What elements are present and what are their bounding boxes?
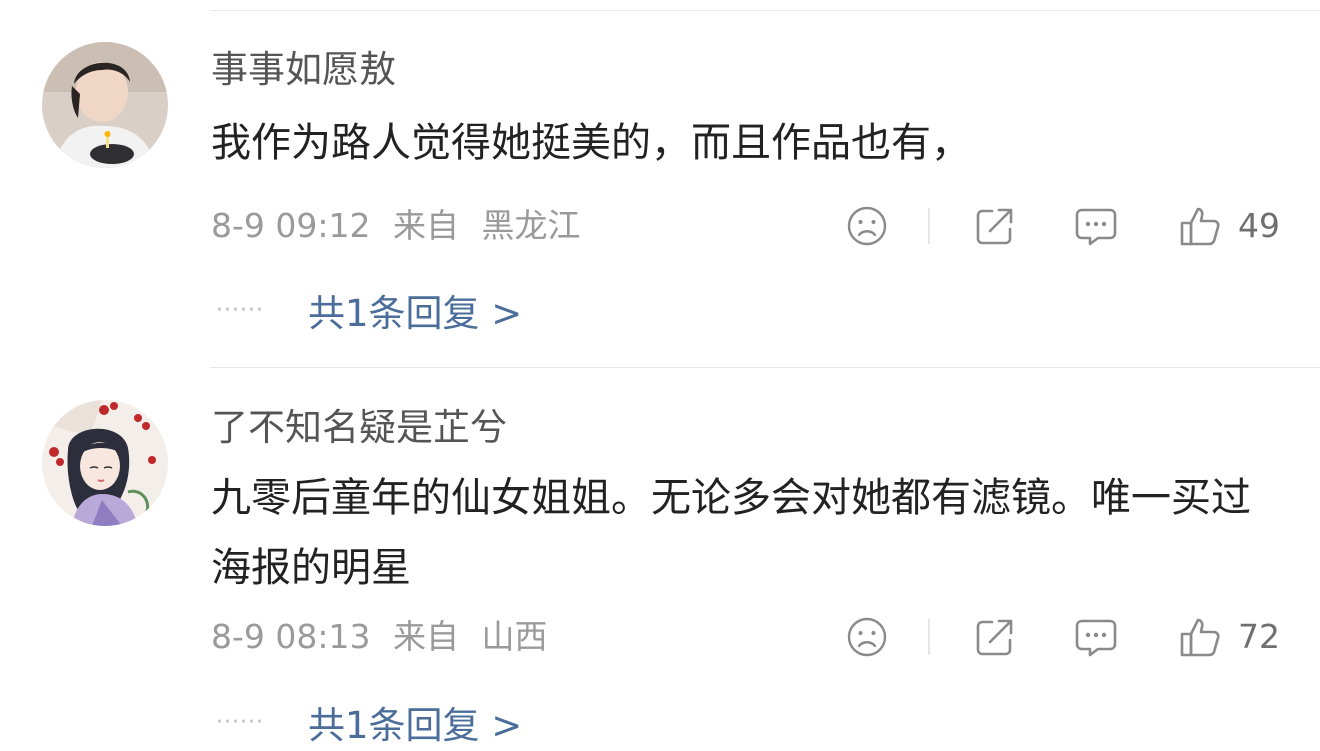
- share-button[interactable]: [974, 202, 1016, 250]
- comment-actions: 49: [846, 202, 1280, 250]
- like-button[interactable]: 49: [1178, 202, 1280, 250]
- comment-divider: [210, 367, 1320, 368]
- thumbs-up-icon: [1180, 207, 1220, 246]
- action-separator: [928, 619, 930, 655]
- replies-dots: ······: [216, 297, 264, 323]
- like-count: 72: [1238, 617, 1280, 656]
- action-separator: [928, 208, 930, 244]
- comment-text: 我作为路人觉得她挺美的，而且作品也有，: [211, 120, 971, 166]
- comment-meta: 8-9 08:13 来自 山西: [211, 617, 548, 657]
- comment-button[interactable]: [1074, 202, 1118, 250]
- comment-username[interactable]: 了不知名疑是芷兮: [211, 406, 507, 450]
- comment-username[interactable]: 事事如愿敖: [211, 48, 396, 92]
- comment-date: 8-9 09:12: [211, 206, 371, 245]
- replies-dots: ······: [216, 709, 264, 735]
- comment-actions: 72: [846, 613, 1280, 661]
- user-avatar[interactable]: [42, 400, 168, 526]
- comment-bubble-icon: [1075, 208, 1117, 246]
- dislike-button[interactable]: [846, 613, 888, 661]
- dislike-button[interactable]: [846, 202, 888, 250]
- share-button[interactable]: [974, 613, 1016, 661]
- comment-meta: 8-9 09:12 来自 黑龙江: [211, 206, 581, 246]
- share-icon: [976, 619, 1013, 656]
- comment-location: 黑龙江: [481, 206, 581, 245]
- comment-source-label: 来自: [393, 617, 459, 656]
- top-divider: [210, 10, 1320, 11]
- thumbs-up-icon: [1180, 618, 1220, 657]
- like-button[interactable]: 72: [1178, 613, 1280, 661]
- comment-bubble-icon: [1075, 619, 1117, 657]
- view-replies-link[interactable]: 共1条回复 >: [308, 695, 522, 749]
- replies-row: ······ 共1条回复 >: [216, 695, 522, 749]
- comment-date: 8-9 08:13: [211, 617, 371, 656]
- share-icon: [976, 208, 1013, 245]
- comment-source-label: 来自: [393, 206, 459, 245]
- view-replies-link[interactable]: 共1条回复 >: [308, 283, 522, 337]
- sad-face-icon: [847, 206, 887, 246]
- comment-button[interactable]: [1074, 613, 1118, 661]
- sad-face-icon: [847, 617, 887, 657]
- avatar-young-man-icon: [42, 42, 168, 168]
- like-count: 49: [1238, 206, 1280, 245]
- comment-location: 山西: [481, 617, 548, 656]
- user-avatar[interactable]: [42, 42, 168, 168]
- avatar-illustrated-girl-icon: [42, 400, 168, 526]
- replies-row: ······ 共1条回复 >: [216, 283, 522, 337]
- comment-text: 九零后童年的仙女姐姐。无论多会对她都有滤镜。唯一买过海报的明星: [211, 475, 1251, 591]
